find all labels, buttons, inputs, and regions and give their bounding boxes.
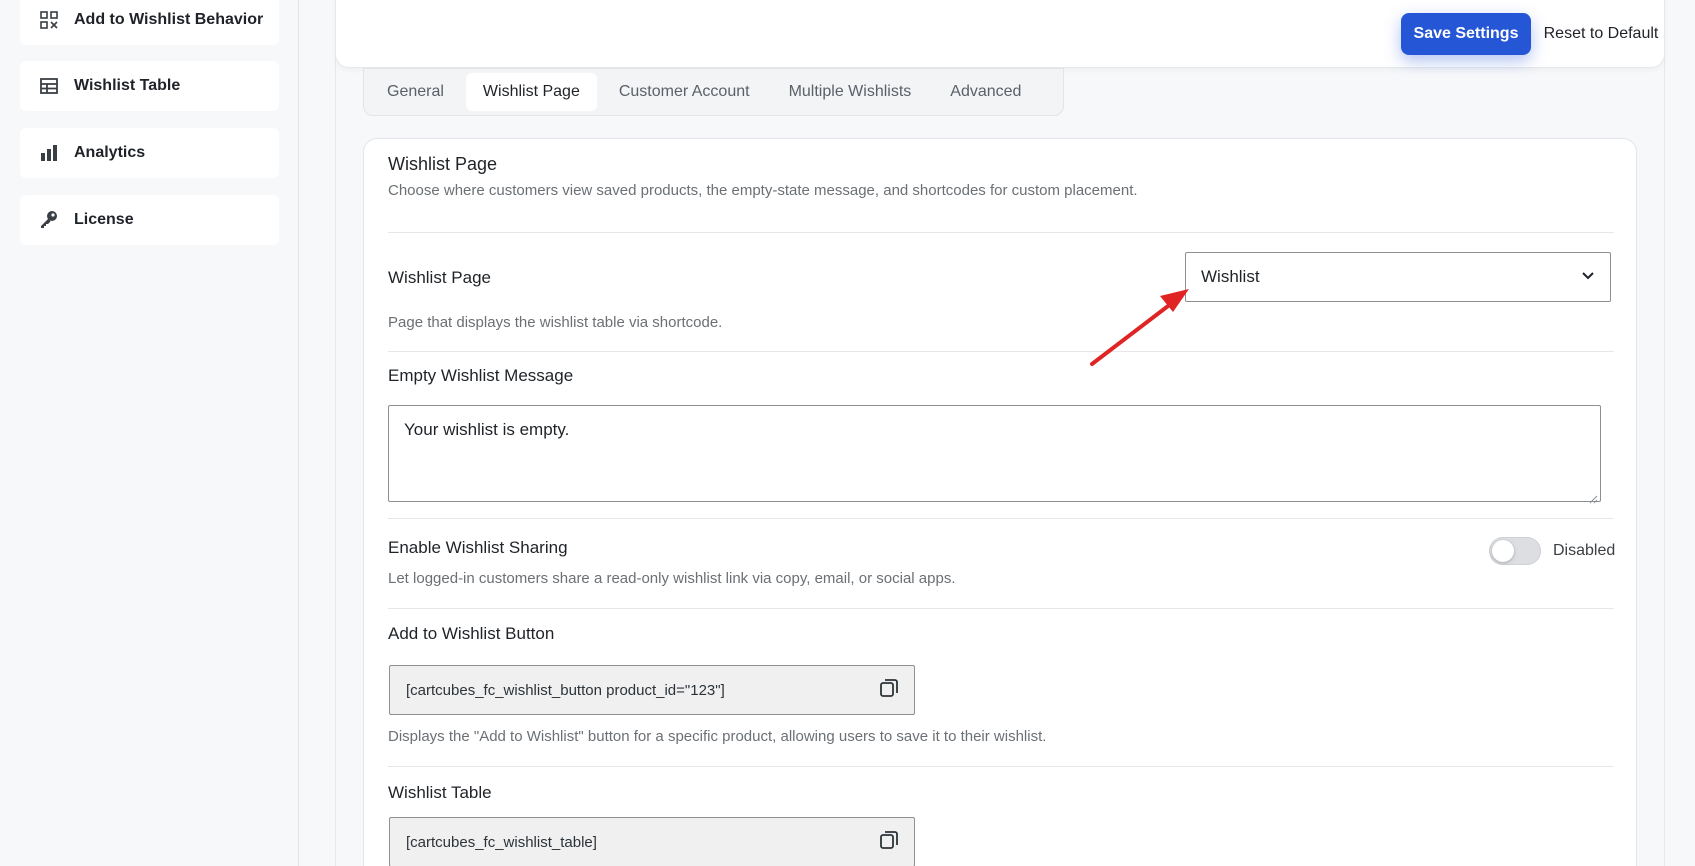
- wishlist-page-select-value: Wishlist: [1201, 267, 1260, 286]
- resize-grip-icon[interactable]: [1588, 489, 1598, 504]
- sharing-toggle[interactable]: [1489, 537, 1541, 565]
- table-shortcode-label: Wishlist Table: [388, 783, 492, 802]
- divider: [388, 232, 1614, 233]
- tab-multiple-wishlists[interactable]: Multiple Wishlists: [772, 73, 929, 111]
- key-icon: [38, 209, 60, 231]
- sidebar-item-label: Add to Wishlist Behavior: [74, 11, 264, 28]
- sharing-state-label: Disabled: [1553, 542, 1616, 559]
- tab-wishlist-page[interactable]: Wishlist Page: [465, 73, 597, 111]
- sidebar-item-label: Analytics: [74, 144, 146, 161]
- button-shortcode-box: [cartcubes_fc_wishlist_button product_id…: [389, 665, 915, 715]
- divider: [388, 766, 1614, 767]
- chevron-down-icon: [1580, 267, 1596, 288]
- sidebar-item-add-to-wishlist-behavior[interactable]: Add to Wishlist Behavior: [20, 0, 279, 45]
- divider: [388, 518, 1614, 519]
- button-shortcode-text: [cartcubes_fc_wishlist_button product_id…: [406, 681, 725, 699]
- sharing-label: Enable Wishlist Sharing: [388, 538, 568, 557]
- button-shortcode-label: Add to Wishlist Button: [388, 624, 555, 643]
- tab-general[interactable]: General: [370, 73, 461, 111]
- empty-message-label: Empty Wishlist Message: [388, 366, 574, 385]
- section-description: Choose where customers view saved produc…: [388, 182, 1138, 199]
- divider: [388, 608, 1614, 609]
- wishlist-page-select[interactable]: Wishlist: [1185, 252, 1611, 302]
- tab-advanced[interactable]: Advanced: [933, 73, 1038, 111]
- sidebar-item-wishlist-table[interactable]: Wishlist Table: [20, 61, 279, 111]
- wishlist-page-help: Page that displays the wishlist table vi…: [388, 314, 723, 331]
- sidebar-item-analytics[interactable]: Analytics: [20, 128, 279, 178]
- tab-customer-account[interactable]: Customer Account: [602, 73, 767, 111]
- toggle-knob: [1492, 540, 1514, 562]
- sharing-help: Let logged-in customers share a read-onl…: [388, 570, 956, 587]
- sidebar: Add to Wishlist Behavior Wishlist Table …: [0, 0, 299, 866]
- table-shortcode-text: [cartcubes_fc_wishlist_table]: [406, 833, 597, 851]
- sidebar-item-label: Wishlist Table: [74, 77, 181, 94]
- reset-to-default-button[interactable]: Reset to Default: [1541, 13, 1661, 55]
- empty-message-textarea[interactable]: Your wishlist is empty.: [388, 405, 1601, 504]
- header-bar: Save Settings Reset to Default: [335, 0, 1665, 68]
- tab-bar: General Wishlist Page Customer Account M…: [363, 68, 1064, 116]
- copy-icon[interactable]: [878, 829, 900, 855]
- sidebar-item-label: License: [74, 211, 134, 228]
- sidebar-item-license[interactable]: License: [20, 195, 279, 245]
- button-shortcode-help: Displays the "Add to Wishlist" button fo…: [388, 728, 1047, 745]
- sharing-toggle-group: Disabled: [1489, 537, 1615, 565]
- table-shortcode-box: [cartcubes_fc_wishlist_table]: [389, 817, 915, 866]
- empty-message-value: Your wishlist is empty.: [404, 420, 570, 439]
- settings-card: Wishlist Page Choose where customers vie…: [363, 138, 1637, 866]
- bar-chart-icon: [38, 142, 60, 164]
- copy-icon[interactable]: [878, 677, 900, 703]
- wishlist-page-label: Wishlist Page: [388, 268, 491, 287]
- main-content: Save Settings Reset to Default General W…: [299, 0, 1695, 866]
- divider: [388, 351, 1614, 352]
- save-settings-button[interactable]: Save Settings: [1401, 13, 1531, 55]
- app-window: Add to Wishlist Behavior Wishlist Table …: [0, 0, 1695, 866]
- section-title: Wishlist Page: [388, 154, 498, 174]
- grid-icon: [38, 9, 60, 31]
- table-icon: [38, 75, 60, 97]
